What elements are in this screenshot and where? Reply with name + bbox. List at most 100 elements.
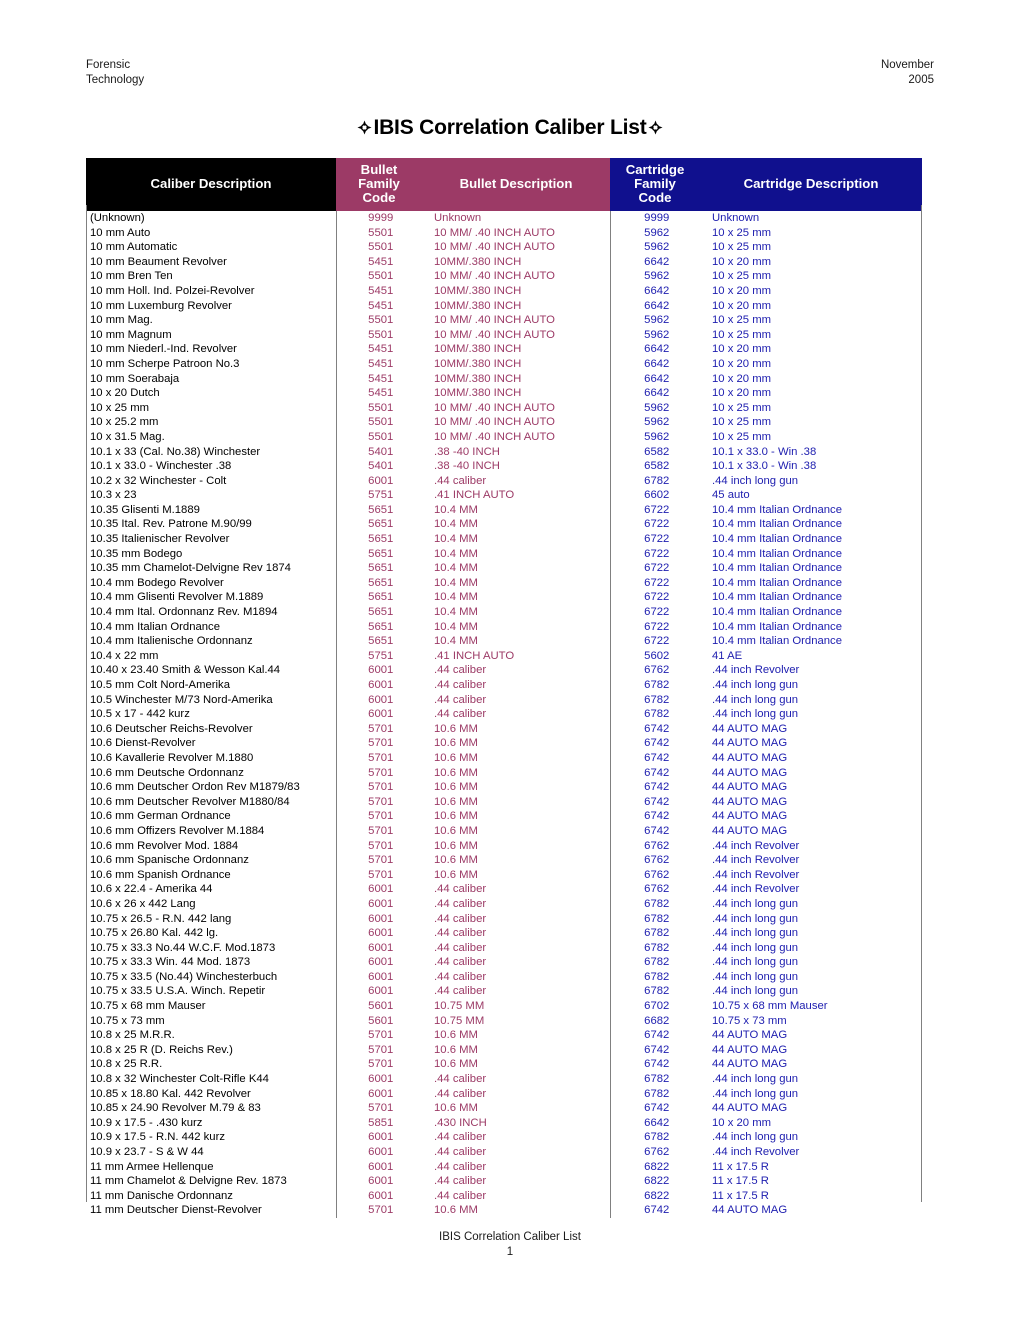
cell-bullet-description: 10MM/.380 INCH bbox=[422, 386, 611, 401]
cell-cartridge-family-code: 6782 bbox=[644, 693, 670, 706]
cell-cartridge-description: 44 AUTO MAG bbox=[712, 766, 788, 779]
cell-bullet-description: 10.6 MM bbox=[422, 794, 611, 810]
table-row: 10.35 Glisenti M.1889 5651 10.4 MM 6722 10.4… bbox=[86, 502, 922, 518]
running-head-right-line2: 2005 bbox=[908, 73, 934, 86]
cell-cartridge-family-code: 6642 bbox=[644, 255, 670, 268]
column-header-bullet-family-code: Bullet Family Code bbox=[336, 158, 422, 211]
cell-caliber-description: 10.9 x 23.7 - S & W 44 bbox=[86, 1145, 337, 1160]
cell-cartridge-family-code: 6782 bbox=[644, 897, 670, 910]
cell-caliber-description: 10.6 Dienst-Revolver bbox=[86, 736, 337, 751]
cell-caliber-description: 10.35 mm Bodego bbox=[86, 546, 337, 562]
cell-cartridge-description: .44 inch long gun bbox=[712, 1073, 799, 1086]
cell-caliber-description: 10.6 mm Deutsche Ordonnanz bbox=[86, 765, 337, 781]
cell-bullet-description: 10.6 MM bbox=[422, 721, 611, 737]
table-row: 10.75 x 68 mm Mauser 5601 10.75 MM 6702 10.7… bbox=[86, 999, 922, 1014]
table-row: 10.1 x 33.0 - Winchester .38 5401 .38 -40 … bbox=[86, 459, 922, 474]
cell-bullet-family-code: 5851 bbox=[368, 1116, 394, 1129]
cell-cartridge-family-code: 5962 bbox=[644, 416, 670, 429]
cell-caliber-description: 10 mm Holl. Ind. Polzei-Revolver bbox=[86, 283, 337, 299]
table-row: 10.4 x 22 mm 5751 .41 INCH AUTO 5602 41 AE bbox=[86, 648, 922, 664]
table-row: 10.75 x 33.3 Win. 44 Mod. 1873 6001 .44 ca… bbox=[86, 955, 922, 970]
cell-cartridge-family-code: 6782 bbox=[644, 927, 670, 940]
cell-bullet-family-code: 5501 bbox=[368, 241, 394, 254]
crosshair-icon-left bbox=[357, 120, 372, 135]
cell-bullet-family-code: 5751 bbox=[368, 649, 394, 662]
table-row: 10.9 x 17.5 - .430 kurz 5851 .430 INCH 6642… bbox=[86, 1115, 922, 1131]
cell-cartridge-family-code: 6642 bbox=[644, 343, 670, 356]
cell-bullet-family-code: 5601 bbox=[368, 1014, 394, 1027]
table-row: 10.9 x 17.5 - R.N. 442 kurz 6001 .44 calib… bbox=[86, 1130, 922, 1145]
cell-bullet-description: 10.6 MM bbox=[422, 1028, 611, 1043]
cell-cartridge-family-code: 6782 bbox=[644, 985, 670, 998]
cell-bullet-family-code: 5451 bbox=[368, 357, 394, 370]
table-row: 10 mm Magnum 5501 10 MM/ .40 INCH AUTO 5962… bbox=[86, 327, 922, 343]
cell-cartridge-description: 44 AUTO MAG bbox=[712, 1204, 788, 1217]
table-row: 10.6 mm German Ordnance 5701 10.6 MM 6742 44… bbox=[86, 809, 922, 824]
cell-bullet-family-code: 5651 bbox=[368, 503, 394, 516]
cell-bullet-family-code: 6001 bbox=[368, 474, 394, 487]
table-row: 10.6 mm Deutsche Ordonnanz 5701 10.6 MM 674… bbox=[86, 765, 922, 781]
table-row: 10.4 mm Italienische Ordonnanz 5651 10.4 M… bbox=[86, 634, 922, 649]
cell-cartridge-family-code: 6582 bbox=[644, 460, 670, 473]
table-row: 10 x 20 Dutch 5451 10MM/.380 INCH 6642 10 x … bbox=[86, 386, 922, 401]
table-row: 11 mm Armee Hellenque 6001 .44 caliber 6822… bbox=[86, 1159, 922, 1175]
cell-cartridge-description: .44 inch Revolver bbox=[712, 664, 800, 677]
table-header-row: Caliber Description Bullet Family Code B… bbox=[86, 158, 922, 211]
cell-bullet-description: 10.75 MM bbox=[422, 999, 611, 1014]
cell-cartridge-description: 10 x 20 mm bbox=[712, 387, 772, 400]
cell-bullet-family-code: 5751 bbox=[368, 489, 394, 502]
cell-caliber-description: 10.4 mm Italian Ordnance bbox=[86, 619, 337, 635]
cell-bullet-description: 10MM/.380 INCH bbox=[422, 371, 611, 387]
cell-caliber-description: 10.8 x 32 Winchester Colt-Rifle K44 bbox=[86, 1072, 337, 1087]
cell-bullet-description: 10.6 MM bbox=[422, 823, 611, 839]
cell-cartridge-family-code: 6822 bbox=[644, 1189, 670, 1202]
cell-caliber-description: 10 mm Mag. bbox=[86, 313, 337, 328]
table-row: 10.2 x 32 Winchester - Colt 6001 .44 calib… bbox=[86, 473, 922, 489]
table-row: 10 x 31.5 Mag. 5501 10 MM/ .40 INCH AUTO 59… bbox=[86, 429, 922, 445]
cell-caliber-description: 10.35 mm Chamelot-Delvigne Rev 1874 bbox=[86, 561, 337, 576]
cell-cartridge-family-code: 6702 bbox=[644, 1000, 670, 1013]
cell-cartridge-description: 10 x 25 mm bbox=[712, 270, 772, 283]
cell-bullet-family-code: 5651 bbox=[368, 620, 394, 633]
cell-bullet-description: 10.4 MM bbox=[422, 605, 611, 620]
column-header-cartridge-description: Cartridge Description bbox=[700, 158, 922, 211]
cell-bullet-family-code: 5701 bbox=[368, 839, 394, 852]
cell-cartridge-description: 44 AUTO MAG bbox=[712, 1058, 788, 1071]
cell-cartridge-family-code: 6642 bbox=[644, 357, 670, 370]
cell-bullet-description: 10.4 MM bbox=[422, 634, 611, 649]
cell-caliber-description: 10.6 mm Deutscher Ordon Rev M1879/83 bbox=[86, 780, 337, 795]
cell-caliber-description: 10.2 x 32 Winchester - Colt bbox=[86, 473, 337, 489]
cell-cartridge-family-code: 6762 bbox=[644, 854, 670, 867]
table-row: 10.4 mm Ital. Ordonnanz Rev. M1894 5651 10… bbox=[86, 605, 922, 620]
cell-caliber-description: 10.4 mm Glisenti Revolver M.1889 bbox=[86, 590, 337, 606]
table-row: 10.6 mm Deutscher Ordon Rev M1879/83 5701… bbox=[86, 780, 922, 795]
cell-caliber-description: 10 mm Niederl.-Ind. Revolver bbox=[86, 342, 337, 357]
cell-bullet-description: .44 caliber bbox=[422, 882, 611, 897]
cell-cartridge-description: .44 inch long gun bbox=[712, 941, 799, 954]
cell-bullet-family-code: 5701 bbox=[368, 1029, 394, 1042]
cell-cartridge-family-code: 5962 bbox=[644, 328, 670, 341]
running-head-right: November 2005 bbox=[881, 58, 934, 87]
cell-bullet-description: 10 MM/ .40 INCH AUTO bbox=[422, 240, 611, 255]
cell-caliber-description: 10 x 25.2 mm bbox=[86, 415, 337, 430]
cell-bullet-family-code: 5501 bbox=[368, 226, 394, 239]
cell-cartridge-description: .44 inch long gun bbox=[712, 927, 799, 940]
cell-bullet-family-code: 6001 bbox=[368, 897, 394, 910]
cell-cartridge-description: .44 inch long gun bbox=[712, 693, 799, 706]
footer-page-number: 1 bbox=[506, 1246, 514, 1258]
cell-cartridge-family-code: 6742 bbox=[644, 1043, 670, 1056]
cell-bullet-family-code: 5651 bbox=[368, 576, 394, 589]
cell-caliber-description: 10 mm Scherpe Patroon No.3 bbox=[86, 356, 337, 372]
cell-cartridge-family-code: 6742 bbox=[644, 1102, 670, 1115]
cell-bullet-family-code: 6001 bbox=[368, 941, 394, 954]
cell-bullet-family-code: 5401 bbox=[368, 460, 394, 473]
cell-cartridge-description: .44 inch long gun bbox=[712, 970, 799, 983]
document-page: Forensic Technology November 2005 IBIS C… bbox=[0, 0, 1020, 1320]
table-row: 10.6 x 22.4 - Amerika 44 6001 .44 caliber 6… bbox=[86, 882, 922, 897]
cell-bullet-description: .44 caliber bbox=[422, 896, 611, 912]
cell-bullet-description: .430 INCH bbox=[422, 1115, 611, 1131]
cell-bullet-description: 10.6 MM bbox=[422, 736, 611, 751]
cell-caliber-description: 10.85 x 24.90 Revolver M.79 & 83 bbox=[86, 1101, 337, 1116]
table-row: 10.4 mm Italian Ordnance 5651 10.4 MM 6722 1… bbox=[86, 619, 922, 635]
cell-cartridge-description: 10.1 x 33.0 - Win .38 bbox=[712, 460, 817, 473]
